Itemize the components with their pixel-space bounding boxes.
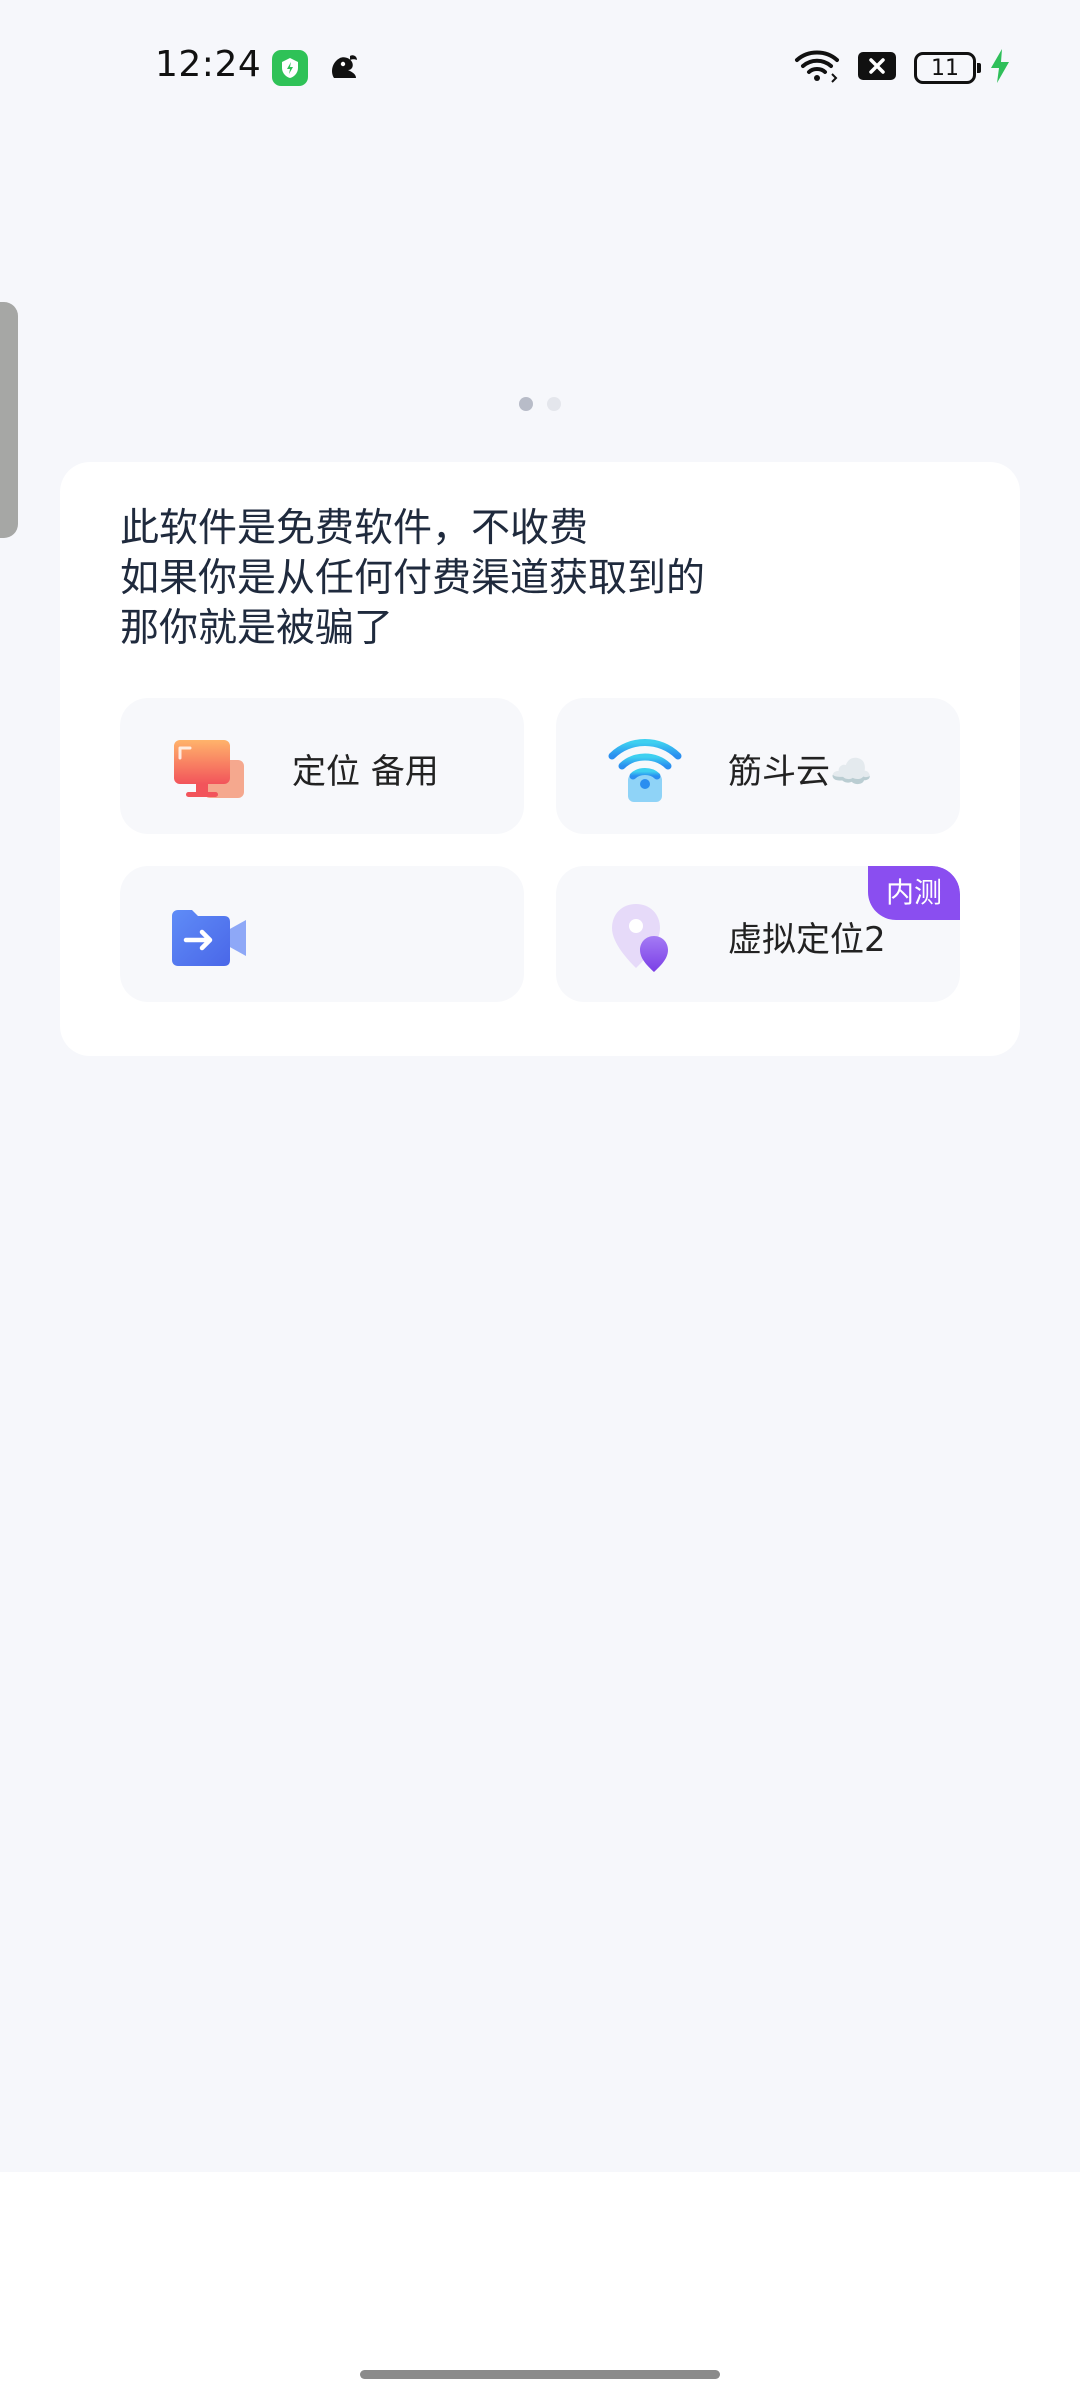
charging-bolt-icon (990, 49, 1010, 87)
status-time: 12:24 (155, 44, 262, 85)
battery-level: 11 (931, 55, 959, 81)
squirrel-app-icon (326, 50, 362, 86)
tile-video-transfer[interactable] (120, 866, 524, 1002)
notice-line-2: 如果你是从任何付费渠道获取到的 (120, 556, 706, 601)
wifi-signal-icon (794, 48, 840, 88)
tile-virtual-location-2[interactable]: 虚拟定位2 内测 (556, 866, 960, 1002)
notice-line-1: 此软件是免费软件，不收费 (120, 506, 589, 551)
status-bar: 12:24 11 (0, 0, 1080, 130)
home-indicator-bar[interactable] (360, 2370, 720, 2379)
beta-badge: 内测 (867, 866, 960, 920)
tile-label: 虚拟定位2 (728, 920, 886, 960)
no-signal-icon (858, 50, 896, 86)
shield-app-icon (272, 50, 308, 86)
notice-line-3: 那你就是被骗了 (120, 606, 394, 651)
status-indicators: 11 (794, 48, 1010, 88)
main-card: 此软件是免费软件，不收费 如果你是从任何付费渠道获取到的 那你就是被骗了 定位 … (60, 462, 1020, 1056)
pager-dot-2[interactable] (547, 397, 561, 411)
video-folder-icon (170, 902, 246, 972)
location-pin-icon (606, 902, 682, 972)
tile-label: 定位 备用 (292, 752, 439, 792)
bottom-blank-area (0, 2172, 1080, 2400)
free-software-notice: 此软件是免费软件，不收费 如果你是从任何付费渠道获取到的 那你就是被骗了 (120, 504, 705, 654)
tile-jindouyun[interactable]: 筋斗云☁️ (556, 698, 960, 834)
tile-location-backup[interactable]: 定位 备用 (120, 698, 524, 834)
tile-label: 筋斗云☁️ (728, 752, 873, 792)
battery-indicator: 11 (914, 52, 981, 84)
wifi-icon (606, 734, 682, 804)
pager-indicator (0, 397, 1080, 411)
monitor-icon (170, 734, 246, 804)
pager-dot-1[interactable] (519, 397, 533, 411)
edge-floating-handle[interactable] (0, 302, 18, 538)
